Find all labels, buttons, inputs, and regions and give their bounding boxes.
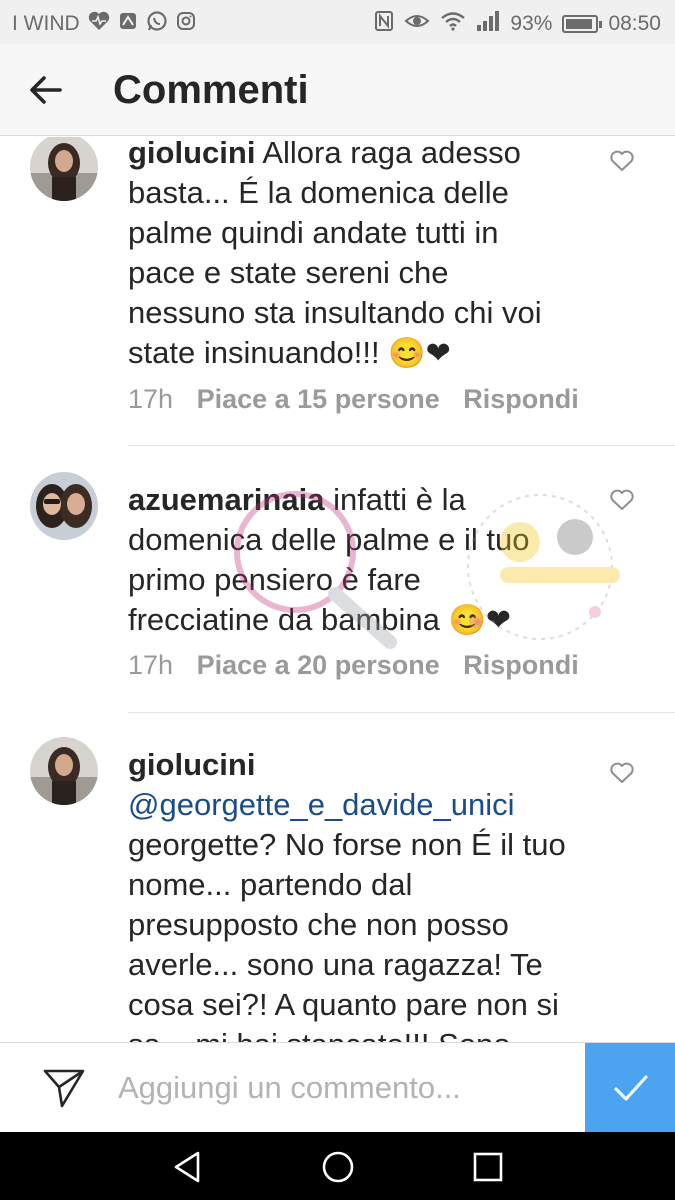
comment-body: giolucini @georgette_e_davide_unici geor… — [128, 745, 573, 1042]
wifi-icon — [440, 11, 466, 36]
instagram-icon — [176, 11, 196, 36]
reply-button[interactable]: Rispondi — [463, 384, 579, 414]
comment-body: azuemarinaia infatti è la domenica delle… — [128, 480, 568, 641]
like-heart-icon[interactable] — [609, 149, 635, 173]
page-title: Commenti — [113, 68, 309, 112]
divider — [128, 712, 675, 713]
nav-back-icon[interactable] — [170, 1149, 206, 1185]
app-icon — [118, 11, 138, 36]
comment-time: 17h — [128, 650, 174, 680]
post-comment-button[interactable] — [585, 1043, 675, 1133]
nav-home-icon[interactable] — [320, 1149, 356, 1185]
comment-mention[interactable]: @georgette_e_davide_unici — [128, 787, 515, 822]
signal-icon — [476, 11, 500, 36]
avatar[interactable] — [30, 137, 98, 201]
divider — [128, 445, 675, 446]
comment-text: georgette? No forse non É il tuo nome...… — [128, 827, 566, 1042]
comment-likes[interactable]: Piace a 15 persone — [197, 384, 440, 414]
comment-body: giolucini Allora raga adesso basta... É … — [128, 137, 568, 374]
nfc-icon — [374, 10, 394, 37]
app-header: Commenti — [0, 44, 675, 136]
status-right: 93% 08:50 — [374, 10, 661, 37]
comment-time: 17h — [128, 384, 174, 414]
avatar[interactable] — [30, 737, 98, 805]
status-left: I WIND — [12, 10, 196, 37]
health-heart-icon — [88, 11, 110, 36]
clock: 08:50 — [608, 11, 661, 35]
comment-username[interactable]: giolucini — [128, 137, 255, 170]
check-icon — [614, 1075, 648, 1101]
comment-meta: 17h Piace a 15 persone Rispondi — [128, 384, 595, 415]
comment-input[interactable] — [118, 1063, 578, 1113]
comment-composer — [0, 1042, 675, 1133]
direct-send-icon[interactable] — [42, 1067, 86, 1109]
comment-emojis: 😊❤ — [388, 337, 451, 370]
like-heart-icon[interactable] — [609, 488, 635, 512]
whatsapp-icon — [146, 10, 168, 37]
android-nav-bar — [0, 1132, 675, 1200]
comment-emojis: 😊❤ — [448, 604, 512, 637]
avatar[interactable] — [30, 472, 98, 540]
comment-meta: 17h Piace a 20 persone Rispondi — [128, 650, 595, 681]
comment-text: Allora raga adesso basta... É la domenic… — [128, 137, 542, 370]
eye-comfort-icon — [404, 11, 430, 36]
nav-recents-icon[interactable] — [470, 1149, 506, 1185]
back-arrow-icon[interactable] — [26, 70, 66, 110]
comments-list[interactable]: giolucini Allora raga adesso basta... É … — [0, 137, 675, 1042]
like-heart-icon[interactable] — [609, 761, 635, 785]
battery-percentage: 93% — [510, 11, 553, 35]
status-bar: I WIND 93% 08:50 — [0, 0, 675, 44]
reply-button[interactable]: Rispondi — [463, 650, 579, 680]
comment-likes[interactable]: Piace a 20 persone — [197, 650, 440, 680]
comment-username[interactable]: giolucini — [128, 747, 255, 782]
battery-level-fill — [566, 18, 593, 29]
battery-icon — [562, 14, 603, 33]
comment-username[interactable]: azuemarinaia — [128, 482, 324, 517]
carrier-label: I WIND — [12, 11, 80, 35]
